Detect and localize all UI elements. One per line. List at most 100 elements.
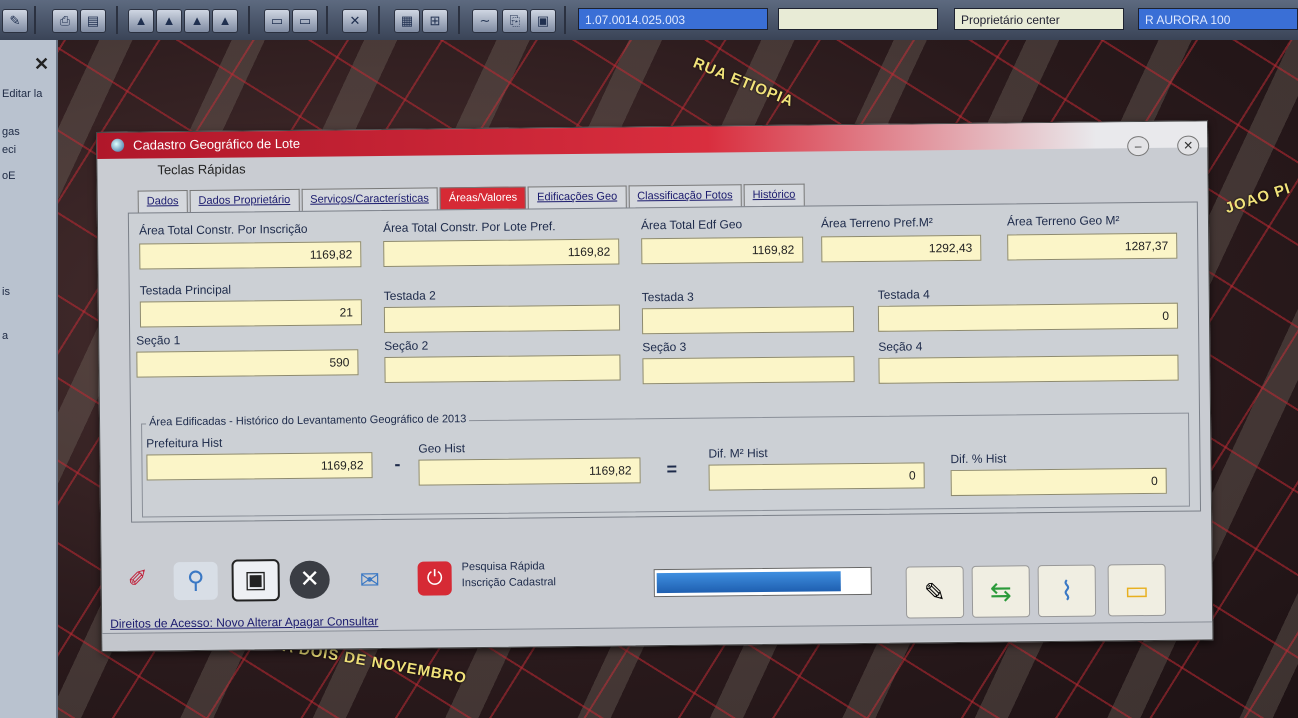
field-label: Seção 2 [384,338,429,353]
dif-pct-hist-field[interactable]: 0 [950,467,1167,497]
dif-m2-hist-field[interactable]: 0 [708,462,925,491]
field-label: Área Total Constr. Por Lote Pref. [382,219,556,235]
area-terreno-pref-field[interactable]: 1292,43 [821,234,982,263]
zoom-icon[interactable]: ⊞ [422,9,448,33]
tab-historico[interactable]: Histórico [743,183,805,208]
field-label: Testada 3 [641,289,694,305]
field-label: Testada 4 [877,287,930,302]
pesquisa-line: Pesquisa Rápida [461,560,545,574]
side-label: oE [2,170,16,182]
secao-2-field[interactable] [384,354,621,383]
tab-dados[interactable]: Dados [137,190,188,214]
field-label: Seção 3 [642,339,687,355]
field-label: Prefeitura Hist [146,435,223,451]
secao-3-field[interactable] [642,356,855,385]
wave-icon[interactable]: ∼ [472,9,498,33]
address-field[interactable]: R AURORA 100 [1138,8,1298,30]
testada-2-field[interactable] [383,304,621,333]
layer-icon[interactable]: ▲ [184,9,210,33]
toolbar-separator [458,6,460,34]
attach-icon[interactable]: ⇆ [971,565,1031,618]
owner-field[interactable]: Proprietário center [954,8,1124,30]
tab-dados-proprietario[interactable]: Dados Proprietário [189,188,300,214]
testada-principal-field[interactable]: 21 [139,299,363,328]
area-total-edf-geo-field[interactable]: 1169,82 [641,236,804,265]
field-label: Área Terreno Geo M² [1006,213,1120,229]
geo-hist-field[interactable]: 1169,82 [418,457,641,486]
field-label: Testada Principal [139,282,232,298]
area-total-inscricao-field[interactable]: 1169,82 [139,241,362,270]
group-title: Área Edificadas - Histórico do Levantame… [145,413,470,429]
equals-sign: = [666,458,678,480]
pesquisa-line: Inscrição Cadastral [461,576,556,590]
chat-icon[interactable]: ✉ [348,562,392,600]
document-icon[interactable]: ✎ [905,565,965,619]
dialog-title: Cadastro Geográfico de Lote [133,135,301,153]
inscription-input[interactable] [778,8,938,30]
progress-bar [653,566,872,598]
progress-fill [656,571,841,594]
window-icon[interactable]: ▭ [264,9,290,33]
measure-icon[interactable]: ✕ [342,9,368,33]
save-icon[interactable]: ▤ [80,9,106,33]
area-total-lote-field[interactable]: 1169,82 [383,238,620,267]
side-label: eci [2,144,17,156]
layer-icon[interactable]: ▲ [156,9,182,33]
side-label: a [2,330,9,342]
brush-icon[interactable]: ✐ [115,560,159,598]
field-label: Seção 1 [136,333,181,348]
tab-areas-valores[interactable]: Áreas/Valores [439,186,527,211]
toolbar-separator [34,6,36,34]
power-icon[interactable]: ⏻ [417,561,452,596]
close-icon[interactable]: ✕ [1177,135,1200,156]
document-icon[interactable]: ⎘ [502,9,528,33]
tool-icon[interactable]: ✎ [2,9,28,33]
close-icon[interactable]: ✕ [34,54,49,75]
field-label: Geo Hist [418,441,466,456]
side-label: Editar la [2,88,43,100]
testada-4-field[interactable]: 0 [877,302,1179,332]
side-label: gas [2,126,20,138]
print-icon[interactable]: ⎙ [52,9,78,33]
clip-icon[interactable]: ⌇ [1037,564,1097,618]
tab-classificacao-fotos[interactable]: Classificação Fotos [628,184,742,209]
prefeitura-hist-field[interactable]: 1169,82 [146,452,373,481]
toolbar-separator [116,6,118,34]
field-label: Área Total Constr. Por Inscrição [138,221,308,238]
tab-edificacoes-geo[interactable]: Edificações Geo [527,185,627,210]
toolbar-separator [378,6,380,34]
layer-icon[interactable]: ▲ [212,9,238,33]
save-icon[interactable]: ▣ [231,559,280,602]
testada-3-field[interactable] [641,306,855,335]
cancel-icon[interactable]: ✕ [289,560,330,599]
field-label: Seção 4 [878,339,923,354]
cadastro-dialog: Cadastro Geográfico de Lote – ✕ Teclas R… [96,120,1214,652]
minus-sign: - [394,453,401,474]
map-icon[interactable]: ▦ [394,9,420,33]
side-label: is [2,286,10,298]
toolbar-separator [326,6,328,34]
secao-4-field[interactable] [878,354,1179,384]
areas-valores-panel: Área Total Constr. Por Inscrição 1169,82… [127,201,1202,523]
street-label: JOAO PI [1223,179,1293,218]
pesquisa-rapida-label: Pesquisa Rápida Inscrição Cadastral [461,558,556,591]
toolbar-separator [248,6,250,34]
historico-group: Área Edificadas - Histórico do Levantame… [141,412,1190,518]
window-icon[interactable]: ▭ [292,9,318,33]
minimize-icon[interactable]: – [1127,135,1150,157]
tab-servicos[interactable]: Serviços/Características [301,187,438,212]
access-rights[interactable]: Direitos de Acesso: Novo Alterar Apagar … [110,614,378,631]
layer-icon[interactable]: ▲ [128,9,154,33]
app-icon [111,138,125,152]
inscription-field[interactable]: 1.07.0014.025.003 [578,8,768,30]
search-icon[interactable]: ⚲ [173,561,218,601]
toolbar-separator [564,6,566,34]
secao-1-field[interactable]: 590 [136,349,359,378]
folder-icon[interactable]: ▭ [1107,563,1167,617]
area-terreno-geo-field[interactable]: 1287,37 [1007,232,1178,261]
field-label: Área Total Edf Geo [640,217,743,233]
top-toolbar: ✎ ⎙ ▤ ▲ ▲ ▲ ▲ ▭ ▭ ✕ ▦ ⊞ ∼ ⎘ ▣ 1.07.0014.… [0,0,1298,42]
folder-icon[interactable]: ▣ [530,9,556,33]
menu-teclas-rapidas[interactable]: Teclas Rápidas [157,161,245,177]
side-panel: ✕ Editar la gas eci oE is a [0,40,58,718]
